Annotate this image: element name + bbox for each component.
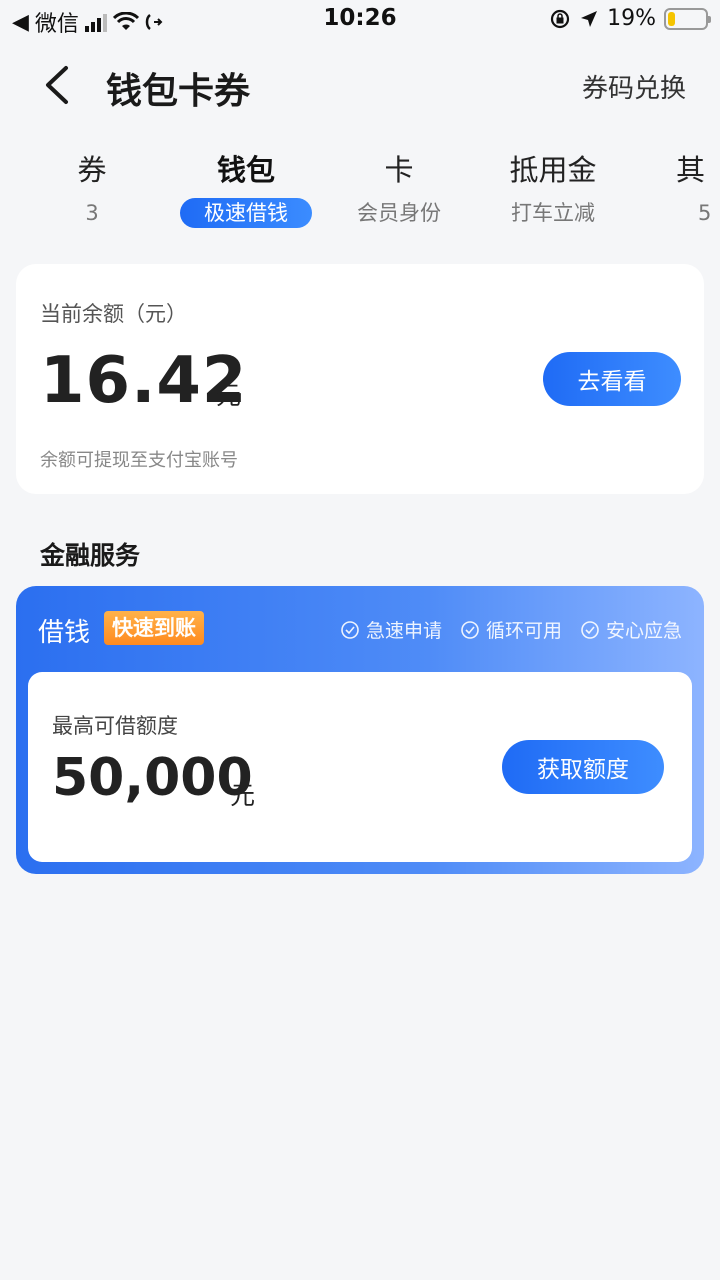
feature-item: 循环可用 [460,616,562,643]
limit-amount: 50,000 [52,748,253,808]
view-balance-button[interactable]: 去看看 [543,352,681,406]
category-tabs: 券 3 钱包 极速借钱 卡 会员身份 抵用金 打车立减 其 5 [0,150,720,240]
tab-title: 抵用金 [509,153,597,187]
battery-icon [664,7,711,30]
loan-card[interactable]: 借钱 快速到账 急速申请 循环可用 安心应急 最高可借额度 50,000 元 获… [16,586,704,874]
tab-subtitle: 5 [698,201,712,225]
limit-label: 最高可借额度 [52,714,178,738]
tab-wallet[interactable]: 钱包 极速借钱 [166,150,326,228]
balance-card[interactable]: 当前余额（元） 16.42 元 余额可提现至支付宝账号 去看看 [16,264,704,494]
status-right: 19% [549,6,711,31]
tab-cards[interactable]: 卡 会员身份 [319,150,479,228]
tab-subtitle: 3 [85,201,99,225]
check-circle-icon [581,620,599,639]
tab-other[interactable]: 其 5 [656,150,720,228]
balance-note: 余额可提现至支付宝账号 [40,450,238,471]
tab-coupons[interactable]: 券 3 [12,150,172,228]
check-circle-icon [341,620,359,639]
feature-item: 安心应急 [580,616,682,643]
loan-features: 急速申请 循环可用 安心应急 [340,616,682,643]
tab-title: 其 [676,153,706,187]
tab-subtitle-pill: 极速借钱 [180,198,312,228]
tab-subtitle: 打车立减 [511,201,595,225]
section-title-finance: 金融服务 [40,541,141,570]
feature-label: 循环可用 [485,620,562,642]
nav-bar: 钱包卡券 券码兑换 [0,50,720,120]
location-arrow-icon [581,10,598,27]
limit-unit: 元 [230,781,256,810]
loan-title: 借钱 [38,618,91,648]
tab-title: 钱包 [216,153,275,187]
code-redeem-button[interactable]: 券码兑换 [582,68,686,105]
feature-item: 急速申请 [340,616,442,643]
tab-vouchers[interactable]: 抵用金 打车立减 [473,150,633,228]
loan-limit-panel: 最高可借额度 50,000 元 获取额度 [28,672,692,862]
battery-percent: 19% [607,6,656,31]
status-bar: ◀ 微信 10:26 19% [0,0,720,40]
battery-level [668,11,675,26]
page-title: 钱包卡券 [106,71,251,112]
tab-title: 卡 [384,153,414,187]
fast-arrival-badge: 快速到账 [104,611,204,645]
balance-label: 当前余额（元） [40,302,187,326]
tab-title: 券 [77,153,107,187]
tab-subtitle: 会员身份 [357,201,441,225]
wallet-page: ◀ 微信 10:26 19% 钱包卡券 券码兑换 券 3 钱包 极速借钱 卡 会… [0,0,720,1280]
check-circle-icon [461,620,479,639]
back-arrow-icon[interactable] [40,64,74,106]
balance-unit: 元 [216,381,242,410]
get-limit-button[interactable]: 获取额度 [502,740,664,794]
orientation-lock-icon [550,9,570,28]
feature-label: 安心应急 [605,620,682,642]
feature-label: 急速申请 [365,620,442,642]
